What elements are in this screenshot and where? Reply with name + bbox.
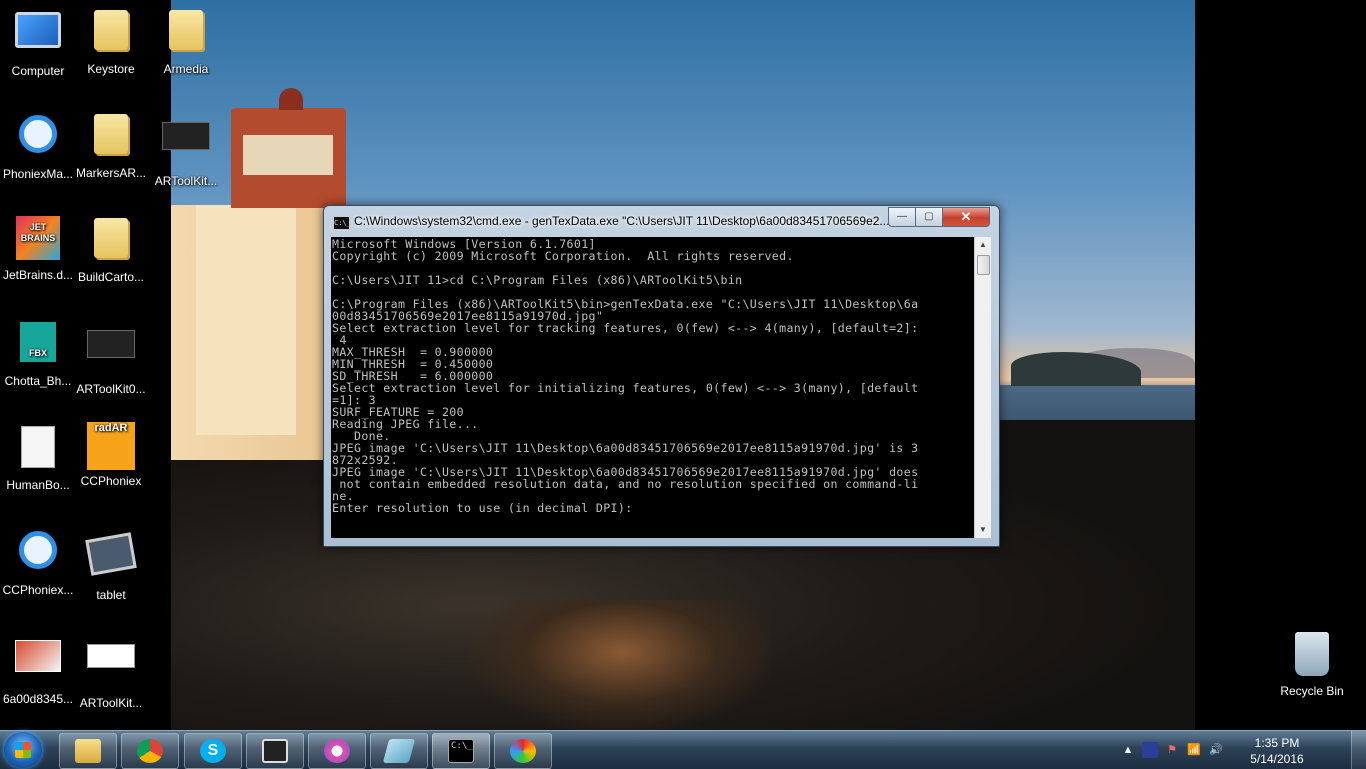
clock[interactable]: 1:35 PM 5/14/2016 xyxy=(1242,735,1312,767)
computer-icon xyxy=(14,12,62,60)
desktop-icon-chotta-bh[interactable]: FBX Chotta_Bh... xyxy=(0,318,76,388)
radar-app-icon: radAR xyxy=(87,422,135,470)
desktop-icon-ccphoniex[interactable]: radAR CCPhoniex xyxy=(73,422,149,488)
desktop-icon-ccphoniex-shortcut[interactable]: CCPhoniex... xyxy=(0,526,76,597)
wallpaper-rock-highlight xyxy=(471,600,771,730)
clock-time: 1:35 PM xyxy=(1254,736,1300,750)
taskbar-paint-button[interactable] xyxy=(494,733,552,769)
desktop-icon-label: BuildCarto... xyxy=(77,270,145,284)
app-shortcut-icon xyxy=(87,644,135,692)
desktop-icon-markersar[interactable]: MarkersAR... xyxy=(73,110,149,180)
folder-icon xyxy=(87,114,135,162)
clock-date: 5/14/2016 xyxy=(1250,752,1304,766)
scrollbar-thumb[interactable] xyxy=(977,255,990,275)
desktop-icon-humanbo[interactable]: HumanBo... xyxy=(0,422,76,492)
console-output[interactable]: Microsoft Windows [Version 6.1.7601] Cop… xyxy=(331,237,974,538)
taskbar-explorer-button[interactable] xyxy=(59,733,117,769)
taskbar: S C:\_ ▲ ⚑ 📶 🔊 1:35 PM 5/14/2016 xyxy=(0,730,1366,769)
desktop-icon-label: Recycle Bin xyxy=(1280,684,1344,698)
unity-icon xyxy=(262,739,288,763)
start-button[interactable] xyxy=(4,732,42,768)
show-hidden-icons-icon[interactable]: ▲ xyxy=(1120,742,1136,758)
taskbar-glass-app-button[interactable] xyxy=(370,733,428,769)
desktop-icon-keystore[interactable]: Keystore xyxy=(73,6,149,76)
desktop-icon-computer[interactable]: Computer xyxy=(0,6,76,78)
desktop-icon-tablet[interactable]: tablet xyxy=(73,526,149,602)
desktop-icon-label: MarkersAR... xyxy=(75,166,146,180)
windows-logo-icon xyxy=(15,742,31,758)
desktop-icon-label: ARToolKit0... xyxy=(76,382,146,396)
cmd-icon: C:\_ xyxy=(448,739,474,763)
tablet-icon xyxy=(85,532,137,584)
desktop-icon-image-file[interactable]: 6a00d8345... xyxy=(0,630,76,706)
explorer-icon xyxy=(75,739,101,763)
desktop-icon-artoolkit-2[interactable]: ARToolKit... xyxy=(73,630,149,710)
desktop-icon-label: ARToolKit... xyxy=(154,174,218,188)
scroll-down-arrow-icon[interactable]: ▼ xyxy=(975,522,991,538)
taskbar-unity-button[interactable] xyxy=(246,733,304,769)
skype-icon: S xyxy=(200,739,226,763)
desktop-icon-label: Keystore xyxy=(87,62,135,76)
desktop-icon-label: Computer xyxy=(11,64,65,78)
image-file-icon xyxy=(14,640,62,688)
cmd-window[interactable]: C:\_ C:\Windows\system32\cmd.exe - genTe… xyxy=(323,205,1000,547)
taskbar-itunes-button[interactable] xyxy=(308,733,366,769)
glass-app-icon xyxy=(382,739,416,763)
folder-icon xyxy=(87,218,135,266)
desktop-icon-recycle-bin[interactable]: Recycle Bin xyxy=(1274,630,1350,698)
desktop-icon-label: ARToolKit... xyxy=(79,696,143,710)
recycle-bin-icon xyxy=(1288,632,1336,680)
desktop-icon-jetbrains[interactable]: JET BRAINS JetBrains.d... xyxy=(0,214,76,282)
chrome-icon xyxy=(137,739,163,763)
document-icon xyxy=(14,426,62,474)
desktop-icon-label: CCPhoniex xyxy=(80,474,142,488)
browser-shortcut-icon xyxy=(14,531,62,579)
app-shortcut-icon xyxy=(87,330,135,378)
folder-icon xyxy=(87,10,135,58)
desktop-icon-label: Armedia xyxy=(163,62,209,76)
scroll-up-arrow-icon[interactable]: ▲ xyxy=(975,237,991,253)
taskbar-cmd-button[interactable]: C:\_ xyxy=(432,733,490,769)
vertical-scrollbar[interactable]: ▲ ▼ xyxy=(974,237,991,538)
desktop-icon-label: PhoniexMa... xyxy=(2,167,74,181)
paint-icon xyxy=(510,739,536,763)
desktop-icon-label: HumanBo... xyxy=(6,478,70,492)
cmd-icon[interactable]: C:\_ xyxy=(333,216,351,230)
cmd-window-title: C:\Windows\system32\cmd.exe - genTexData… xyxy=(354,214,890,228)
desktop-icon-armedia[interactable]: Armedia xyxy=(148,6,224,76)
wallpaper-lighthouse-dome xyxy=(279,88,303,110)
app-shortcut-icon xyxy=(162,122,210,170)
desktop-icon-label: CCPhoniex... xyxy=(2,583,74,597)
wallpaper-lighthouse-window xyxy=(243,135,333,175)
desktop-icon-phoniexma[interactable]: PhoniexMa... xyxy=(0,110,76,181)
system-tray: ▲ ⚑ 📶 🔊 1:35 PM 5/14/2016 xyxy=(1120,731,1330,769)
desktop-icon-artoolkit0[interactable]: ARToolKit0... xyxy=(73,318,149,396)
folder-icon xyxy=(162,10,210,58)
itunes-icon xyxy=(324,739,350,763)
action-center-flag-icon[interactable]: ⚑ xyxy=(1164,742,1180,758)
close-button[interactable]: ✕ xyxy=(942,207,990,227)
taskbar-chrome-button[interactable] xyxy=(121,733,179,769)
maximize-button[interactable]: ▢ xyxy=(915,207,943,227)
desktop-icon-buildcarto[interactable]: BuildCarto... xyxy=(73,214,149,284)
jetbrains-icon: JET BRAINS xyxy=(14,216,62,264)
desktop-icon-label: 6a00d8345... xyxy=(2,692,74,706)
taskbar-skype-button[interactable]: S xyxy=(184,733,242,769)
minimize-button[interactable]: — xyxy=(888,207,916,227)
desktop-icon-label: JetBrains.d... xyxy=(2,268,74,282)
fbx-file-icon: FBX xyxy=(14,322,62,370)
show-desktop-button[interactable] xyxy=(1351,731,1366,769)
cmd-titlebar[interactable]: C:\_ C:\Windows\system32\cmd.exe - genTe… xyxy=(324,206,999,234)
desktop-icon-label: tablet xyxy=(96,588,126,602)
browser-shortcut-icon xyxy=(14,115,62,163)
desktop-icon-label: Chotta_Bh... xyxy=(4,374,72,388)
desktop-icon-artoolkit-1[interactable]: ARToolKit... xyxy=(148,110,224,188)
wallpaper-lighthouse-wall xyxy=(196,205,296,435)
language-flag-icon[interactable] xyxy=(1142,742,1158,758)
network-icon[interactable]: 📶 xyxy=(1186,742,1202,758)
volume-icon[interactable]: 🔊 xyxy=(1208,742,1224,758)
console-text: Microsoft Windows [Version 6.1.7601] Cop… xyxy=(332,237,919,515)
